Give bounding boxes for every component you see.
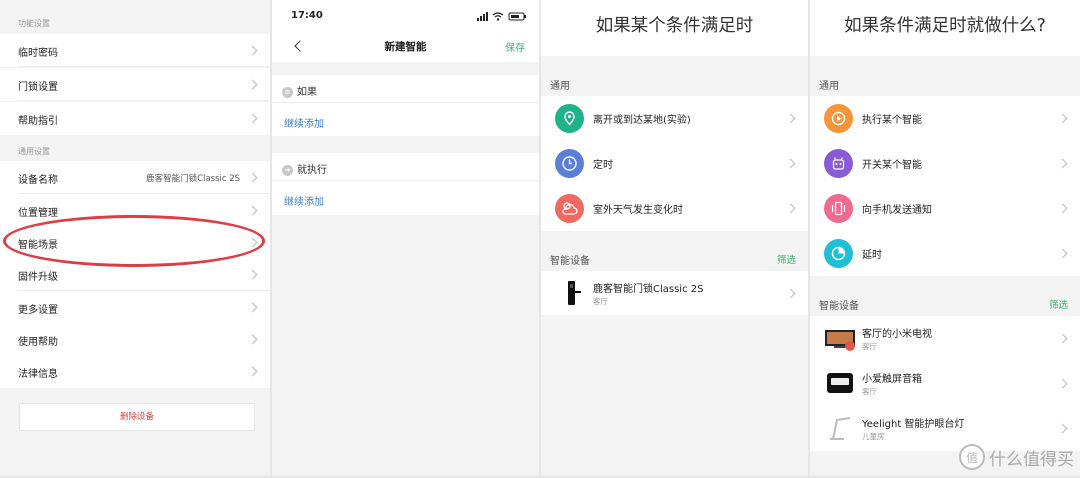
arrow-icon: ➜ (282, 164, 293, 176)
group-header-devices: 智能设备 (819, 301, 859, 312)
device-item-door-lock[interactable]: 鹿客智能门锁Classic 2S 客厅 (541, 271, 808, 315)
chevron-right-icon (1057, 333, 1068, 344)
add-condition-link[interactable]: 继续添加 (284, 115, 324, 130)
settings-item-more[interactable]: 更多设置 (0, 291, 270, 324)
section-header-functions: 功能设置 (18, 19, 50, 28)
device-name-value: 鹿客智能门锁Classic 2S (146, 174, 240, 184)
nav-bar: 新建智能 保存 (272, 30, 539, 62)
settings-item-usage-help[interactable]: 使用帮助 (0, 323, 270, 356)
group-header-general: 通用 (819, 81, 839, 92)
action-item-notify-phone[interactable]: 向手机发送通知 (810, 186, 1080, 231)
robot-icon (824, 149, 853, 178)
filter-button[interactable]: 筛选 (1049, 297, 1068, 311)
then-header: ➜ 就执行 (282, 161, 327, 176)
watermark: 值 什么值得买 (959, 444, 1074, 470)
watermark-text: 什么值得买 (989, 449, 1074, 470)
status-icons (477, 12, 526, 21)
chevron-right-icon (785, 158, 796, 169)
chevron-right-icon (247, 172, 258, 183)
chevron-right-icon (247, 302, 258, 313)
timer-icon (824, 239, 853, 268)
settings-item-lock-settings[interactable]: 门锁设置 (0, 68, 270, 101)
chevron-right-icon (1057, 423, 1068, 434)
watermark-logo: 值 (959, 444, 985, 470)
group-header-general: 通用 (550, 81, 570, 92)
condition-item-location[interactable]: 离开或到达某地(实验) (541, 96, 808, 141)
group-header-devices: 智能设备 (550, 256, 590, 267)
chevron-right-icon (247, 334, 258, 345)
location-icon (555, 104, 584, 133)
phone-vibrate-icon (824, 194, 853, 223)
device-item-tv[interactable]: 客厅的小米电视 客厅 (810, 316, 1080, 361)
chevron-right-icon (247, 366, 258, 377)
page-title: 如果某个条件满足时 (595, 16, 754, 36)
chevron-right-icon (247, 113, 258, 124)
chevron-right-icon (785, 288, 796, 299)
delete-device-button[interactable]: 删除设备 (19, 403, 255, 431)
then-action-block: ➜ 就执行 继续添加 (272, 153, 539, 215)
action-picker-panel: 如果条件满足时就做什么? 通用 执行某个智能 开关某个智能 向手机发送通知 延时… (810, 0, 1080, 476)
if-condition-block: ≡ 如果 继续添加 (272, 75, 539, 136)
condition-picker-panel: 如果某个条件满足时 通用 离开或到达某地(实验) 定时 室外天气发生变化时 智能… (541, 0, 808, 476)
chevron-right-icon (1057, 378, 1068, 389)
device-settings-panel: 功能设置 临时密码 门锁设置 帮助指引 通用设置 设备名称 鹿客智能门锁Clas… (0, 0, 270, 476)
action-item-delay[interactable]: 延时 (810, 231, 1080, 276)
annotation-circle (3, 215, 265, 267)
add-action-link[interactable]: 继续添加 (284, 193, 324, 208)
chevron-right-icon (1057, 158, 1068, 169)
settings-item-help-guide[interactable]: 帮助指引 (0, 102, 270, 135)
weather-icon (555, 194, 584, 223)
settings-item-device-name[interactable]: 设备名称 鹿客智能门锁Classic 2S (0, 161, 270, 194)
chevron-right-icon (247, 79, 258, 90)
tv-image (825, 330, 855, 351)
desk-lamp-image (830, 417, 851, 440)
chevron-right-icon (1057, 113, 1068, 124)
page-title: 新建智能 (384, 41, 427, 53)
action-item-run-smart[interactable]: 执行某个智能 (810, 96, 1080, 141)
if-icon: ≡ (282, 86, 293, 98)
chevron-right-icon (785, 113, 796, 124)
condition-item-timer[interactable]: 定时 (541, 141, 808, 186)
action-item-toggle-smart[interactable]: 开关某个智能 (810, 141, 1080, 186)
if-header: ≡ 如果 (282, 83, 317, 98)
door-lock-image (568, 281, 581, 305)
new-smart-panel: 17:40 新建智能 保存 ≡ 如果 继续添加 ➜ 就执行 继续添加 (272, 0, 539, 476)
status-time: 17:40 (291, 10, 323, 21)
status-bar: 17:40 (272, 0, 539, 30)
page-title: 如果条件满足时就做什么? (844, 16, 1046, 36)
chevron-right-icon (247, 205, 258, 216)
smart-icon (824, 104, 853, 133)
settings-item-temp-password[interactable]: 临时密码 (0, 34, 270, 67)
clock-icon (555, 149, 584, 178)
chevron-right-icon (247, 269, 258, 280)
chevron-right-icon (247, 45, 258, 56)
save-button[interactable]: 保存 (505, 39, 525, 54)
filter-button[interactable]: 筛选 (777, 252, 796, 266)
settings-item-legal[interactable]: 法律信息 (0, 355, 270, 388)
chevron-right-icon (1057, 248, 1068, 259)
chevron-right-icon (1057, 203, 1068, 214)
touch-speaker-image (827, 373, 853, 393)
chevron-right-icon (785, 203, 796, 214)
condition-item-weather[interactable]: 室外天气发生变化时 (541, 186, 808, 231)
section-header-general: 通用设置 (18, 147, 50, 156)
device-item-speaker[interactable]: 小爱触屏音箱 客厅 (810, 361, 1080, 406)
